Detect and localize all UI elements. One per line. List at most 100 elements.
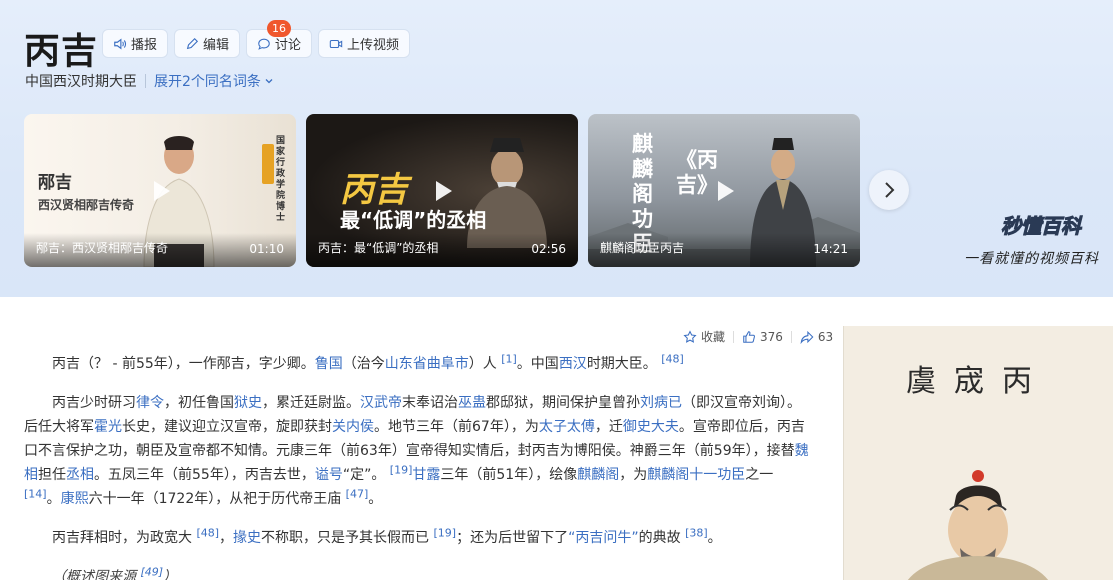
text: 。地节三年（前67年），为 bbox=[374, 419, 539, 435]
text: ，初任鲁国 bbox=[164, 395, 234, 411]
video-card[interactable]: 邴吉 西汉贤相邴吉传奇 国家行政学院博士 邴吉：西汉贤相邴吉传奇 01:10 bbox=[24, 114, 296, 267]
reference-marker[interactable]: [49] bbox=[140, 565, 163, 578]
edit-button[interactable]: 编辑 bbox=[174, 29, 241, 58]
text: ） bbox=[163, 569, 178, 580]
link-wugu[interactable]: 巫蛊 bbox=[458, 395, 486, 411]
divider bbox=[145, 74, 146, 88]
link-bingjiwenniu[interactable]: “丙吉问牛” bbox=[568, 530, 639, 546]
link-huoguang[interactable]: 霍光 bbox=[94, 419, 122, 435]
text: 。 bbox=[46, 491, 61, 507]
portrait-figure bbox=[907, 470, 1049, 580]
lemma-subtitle: 中国西汉时期大臣 展开2个同名词条 bbox=[25, 71, 274, 91]
text: 不称职，只是予其长假而已 bbox=[261, 530, 434, 546]
share-count: 63 bbox=[817, 329, 834, 344]
reference-marker[interactable]: [14] bbox=[24, 487, 47, 500]
lemma-description: 中国西汉时期大臣 bbox=[25, 74, 137, 90]
chevron-down-icon bbox=[265, 79, 273, 84]
text: 。 bbox=[368, 491, 383, 507]
chevron-right-icon bbox=[885, 182, 895, 198]
summary-paragraph: 丙吉拜相时，为政宽大 [48]，掾史不称职，只是予其长假而已 [19]；还为后世… bbox=[24, 526, 814, 550]
chat-icon bbox=[258, 38, 270, 50]
link-hanwudi[interactable]: 汉武帝 bbox=[360, 395, 402, 411]
link-shihao[interactable]: 谥号 bbox=[315, 467, 343, 483]
text: ；还为后世留下了 bbox=[456, 530, 569, 546]
text: ，迁 bbox=[594, 419, 623, 435]
reference-marker[interactable]: [19] bbox=[390, 463, 413, 476]
video-caption: 麒麟阁功臣丙吉 bbox=[600, 241, 685, 255]
brand-slogan: 一看就懂的视频百科 bbox=[964, 251, 1099, 267]
text: 时期大臣。 bbox=[586, 356, 662, 372]
thumbs-up-icon bbox=[743, 330, 755, 343]
summary-portrait-image[interactable]: 虞宬丙 bbox=[843, 326, 1113, 580]
text: 的典故 bbox=[638, 530, 686, 546]
link-qilinge[interactable]: 麒麟阁 bbox=[577, 467, 619, 483]
lemma-summary: 丙吉（？ - 前55年），一作邴吉，字少卿。鲁国（治今山东省曲阜市）人 [1]。… bbox=[24, 352, 814, 580]
link-taizitaifu[interactable]: 太子太傅 bbox=[539, 419, 595, 435]
text: 三年（前51年），绘像 bbox=[440, 467, 578, 483]
video-caption: 邴吉：西汉贤相邴吉传奇 bbox=[36, 241, 169, 255]
play-icon[interactable] bbox=[145, 176, 175, 206]
reference-marker[interactable]: [1] bbox=[501, 352, 517, 365]
video-art-subtitle: 最“低调”的丞相 bbox=[340, 208, 487, 232]
discuss-button[interactable]: 讨论 16 bbox=[246, 20, 313, 58]
link-yushidafu[interactable]: 御史大夫 bbox=[623, 419, 679, 435]
expand-polysemy-link[interactable]: 展开2个同名词条 bbox=[154, 71, 274, 91]
reference-marker[interactable]: [48] bbox=[661, 352, 684, 365]
link-liubingyi[interactable]: 刘病已 bbox=[640, 395, 682, 411]
link-yuanshi[interactable]: 掾史 bbox=[233, 530, 261, 546]
link-chengxiang[interactable]: 丞相 bbox=[66, 467, 94, 483]
link-xihan[interactable]: 西汉 bbox=[559, 356, 587, 372]
video-art-title: 邴吉 bbox=[38, 173, 72, 193]
summary-paragraph: 丙吉（？ - 前55年），一作邴吉，字少卿。鲁国（治今山东省曲阜市）人 [1]。… bbox=[24, 352, 814, 376]
image-source-note: （概述图来源 [49]） bbox=[24, 565, 814, 580]
video-duration: 01:10 bbox=[249, 242, 284, 256]
reference-marker[interactable]: [38] bbox=[685, 526, 708, 539]
text: 末奉诏治 bbox=[402, 395, 458, 411]
video-art-subtitle: 《丙吉》 bbox=[676, 148, 718, 197]
divider bbox=[733, 330, 735, 343]
reference-marker[interactable]: [48] bbox=[196, 526, 219, 539]
text: ）人 bbox=[468, 356, 502, 372]
text: 长史，建议迎立汉宣帝，旋即获封 bbox=[122, 419, 332, 435]
link-ganlu[interactable]: 甘露 bbox=[412, 467, 440, 483]
video-card[interactable]: 麒麟阁功臣 《丙吉》 麒麟阁功臣丙吉 14:21 bbox=[588, 114, 860, 267]
link-luguo[interactable]: 鲁国 bbox=[315, 356, 343, 372]
page-title: 丙吉 bbox=[24, 30, 99, 72]
link-lvling[interactable]: 律令 bbox=[136, 395, 164, 411]
speaker-icon bbox=[114, 37, 127, 50]
carousel-next-button[interactable] bbox=[869, 170, 909, 210]
text: 担任 bbox=[38, 467, 66, 483]
upload-video-button[interactable]: 上传视频 bbox=[318, 29, 411, 58]
play-icon[interactable] bbox=[427, 176, 457, 206]
link-kangxi[interactable]: 康熙 bbox=[61, 491, 89, 507]
video-icon bbox=[329, 39, 343, 48]
text: 丙吉少时研习 bbox=[52, 395, 136, 411]
text: （概述图来源 bbox=[52, 569, 141, 580]
link-qilinge-gongchen[interactable]: 麒麟阁十一功臣 bbox=[647, 467, 745, 483]
video-art-vertical: 国家行政学院博士 bbox=[276, 136, 286, 223]
edit-label: 编辑 bbox=[203, 38, 230, 53]
link-yushi[interactable]: 狱史 bbox=[234, 395, 262, 411]
like-count: 376 bbox=[760, 329, 783, 344]
name-tag bbox=[262, 144, 274, 184]
lemma-stats: 收藏 376 63 bbox=[683, 328, 833, 345]
text: 六十一年（1722年），从祀于历代帝王庙 bbox=[88, 491, 346, 507]
link-qufu[interactable]: 山东省曲阜市 bbox=[385, 356, 469, 372]
text: 。五凤三年（前55年），丙吉去世， bbox=[94, 467, 315, 483]
link-guanneihou[interactable]: 关内侯 bbox=[332, 419, 374, 435]
text: 丙吉拜相时，为政宽大 bbox=[52, 530, 197, 546]
video-card[interactable]: 丙吉 最“低调”的丞相 丙吉：最“低调”的丞相 02:56 bbox=[306, 114, 578, 267]
collect-button[interactable]: 收藏 bbox=[683, 328, 725, 345]
like-button[interactable]: 376 bbox=[742, 330, 783, 344]
play-icon[interactable] bbox=[709, 176, 739, 206]
share-button[interactable]: 63 bbox=[800, 330, 833, 344]
discuss-count-badge: 16 bbox=[267, 20, 292, 37]
broadcast-button[interactable]: 播报 bbox=[102, 29, 169, 58]
divider bbox=[790, 330, 792, 343]
reference-marker[interactable]: [47] bbox=[346, 487, 369, 500]
text: ，为 bbox=[619, 467, 648, 483]
reference-marker[interactable]: [19] bbox=[434, 526, 457, 539]
text: 。 bbox=[707, 530, 722, 546]
brand-logo: 秒懂百科 bbox=[1001, 214, 1082, 239]
video-art-subtitle: 西汉贤相邴吉传奇 bbox=[38, 198, 135, 212]
